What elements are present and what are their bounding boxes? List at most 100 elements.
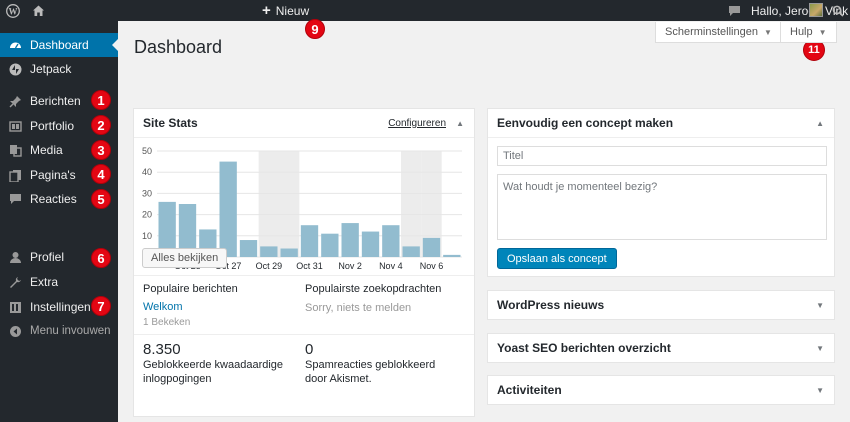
collapse-label: Menu invouwen — [30, 325, 111, 337]
spam-label: Spamreacties geblokkeerd door Akismet. — [305, 359, 436, 385]
annotation-badge: 3 — [91, 140, 111, 160]
configure-link[interactable]: Configureren — [388, 118, 446, 129]
expand-arrow-icon[interactable]: ▼ — [816, 301, 824, 310]
dashboard-icon — [8, 38, 22, 52]
new-content-label: Nieuw — [275, 3, 310, 18]
view-all-stats-button[interactable]: Alles bekijken — [142, 248, 228, 268]
sidebar-item-label: Berichten — [30, 94, 81, 108]
widget-title: Activiteiten — [497, 383, 562, 397]
jetpack-icon — [8, 62, 22, 76]
blocked-logins-count: 8.350 — [143, 341, 181, 358]
annotation-badge: 5 — [91, 189, 111, 209]
sidebar-item-label: Profiel — [30, 250, 65, 264]
media-icon — [8, 143, 22, 157]
avatar[interactable] — [809, 3, 823, 17]
y-tick-label: 40 — [142, 167, 152, 177]
wrench-icon — [8, 275, 22, 289]
annotation-badge: 7 — [91, 296, 111, 316]
help-label: Hulp — [790, 26, 813, 38]
admin-bar: W + Nieuw Hallo, Jeroen Vink — [0, 0, 850, 21]
widget-header: Activiteiten ▼ — [488, 376, 834, 404]
chart-bar — [280, 248, 298, 257]
site-stats-widget: Site Stats Configureren ▲ 0 10 20 30 40 50 Oct… — [133, 108, 475, 417]
widget-title: WordPress nieuws — [497, 298, 605, 312]
spam-count: 0 — [305, 341, 314, 358]
screen-options-button[interactable]: Scherminstellingen ▼ — [655, 22, 782, 43]
activity-widget[interactable]: Activiteiten ▼ — [487, 375, 835, 405]
search-icon[interactable] — [832, 0, 844, 21]
y-tick-label: 20 — [142, 210, 152, 220]
chart-bar — [239, 240, 258, 257]
divider — [134, 275, 474, 276]
draft-title-input[interactable]: Titel — [497, 146, 827, 166]
collapse-arrow-icon[interactable]: ▲ — [816, 119, 824, 128]
popular-post-link[interactable]: Welkom — [143, 301, 183, 313]
popular-posts-heading: Populaire berichten — [143, 283, 238, 295]
yoast-seo-widget[interactable]: Yoast SEO berichten overzicht ▼ — [487, 333, 835, 363]
widget-header: Yoast SEO berichten overzicht ▼ — [488, 334, 834, 362]
expand-arrow-icon[interactable]: ▼ — [816, 386, 824, 395]
divider — [134, 334, 474, 335]
wordpress-logo-icon[interactable]: W — [6, 0, 20, 21]
y-tick-label: 10 — [142, 231, 152, 241]
widget-title: Eenvoudig een concept maken — [497, 116, 674, 130]
admin-sidebar: Dashboard Jetpack Berichten Portfolio Me… — [0, 21, 118, 422]
blocked-logins-label: Geblokkeerde kwaadaardige inlogpogingen — [143, 359, 284, 385]
sidebar-item-label: Dashboard — [30, 38, 89, 52]
widget-title: Yoast SEO berichten overzicht — [497, 341, 671, 355]
annotation-badge: 6 — [91, 248, 111, 268]
widget-header: WordPress nieuws ▼ — [488, 291, 834, 319]
chart-bar — [361, 231, 380, 257]
sidebar-item-label: Pagina's — [30, 168, 76, 182]
sidebar-item-label: Portfolio — [30, 119, 75, 133]
caret-down-icon: ▼ — [818, 27, 827, 37]
chart-bar — [260, 246, 278, 257]
new-content-button[interactable]: + Nieuw — [262, 0, 309, 21]
annotation-badge: 4 — [91, 164, 111, 184]
chart-bar — [321, 233, 339, 257]
save-draft-button[interactable]: Opslaan als concept — [497, 248, 617, 269]
quick-draft-widget: Eenvoudig een concept maken ▲ Titel Wat … — [487, 108, 835, 277]
caret-down-icon: ▼ — [763, 27, 772, 37]
weekend-shade — [258, 151, 279, 257]
expand-arrow-icon[interactable]: ▼ — [816, 344, 824, 353]
sidebar-item-label: Media — [30, 143, 63, 157]
collapse-menu-button[interactable]: Menu invouwen — [0, 319, 118, 343]
widget-title: Site Stats — [143, 116, 198, 130]
help-button[interactable]: Hulp ▼ — [780, 22, 837, 43]
weekend-shade — [279, 151, 300, 257]
wordpress-news-widget[interactable]: WordPress nieuws ▼ — [487, 290, 835, 320]
collapse-arrow-icon[interactable]: ▲ — [456, 119, 464, 128]
collapse-icon — [8, 324, 22, 338]
y-tick-label: 30 — [142, 188, 152, 198]
chart-bar — [382, 225, 400, 257]
page-title: Dashboard — [134, 37, 223, 57]
sidebar-item-dashboard[interactable]: Dashboard — [0, 33, 118, 57]
search-terms-heading: Populairste zoekopdrachten — [305, 283, 442, 295]
sidebar-item-tools[interactable]: Extra — [0, 270, 118, 294]
comment-icon[interactable] — [728, 0, 741, 21]
settings-icon — [8, 300, 22, 314]
home-icon[interactable] — [32, 0, 45, 21]
y-tick-label: 50 — [142, 146, 152, 156]
annotation-badge: 1 — [91, 90, 111, 110]
pin-icon — [8, 94, 22, 108]
widget-header: Eenvoudig een concept maken ▲ — [488, 109, 834, 138]
screen-options-label: Scherminstellingen — [665, 26, 758, 38]
sidebar-item-label: Jetpack — [30, 62, 72, 76]
popular-post-views: 1 Bekeken — [143, 317, 191, 328]
svg-text:W: W — [9, 6, 18, 16]
sidebar-item-jetpack[interactable]: Jetpack — [0, 57, 118, 81]
chart-bar — [341, 223, 359, 257]
annotation-badge: 2 — [91, 115, 111, 135]
x-tick-label: Oct 29 — [256, 261, 283, 271]
chart-bar — [219, 161, 237, 257]
chart-bar — [422, 237, 441, 257]
x-tick-label: Nov 6 — [420, 261, 444, 271]
plus-icon: + — [262, 2, 271, 19]
chart-bar — [402, 246, 420, 257]
x-tick-label: Nov 4 — [379, 261, 403, 271]
annotation-badge: 9 — [305, 19, 325, 39]
pages-icon — [8, 168, 22, 182]
draft-content-textarea[interactable]: Wat houdt je momenteel bezig? — [497, 174, 827, 240]
